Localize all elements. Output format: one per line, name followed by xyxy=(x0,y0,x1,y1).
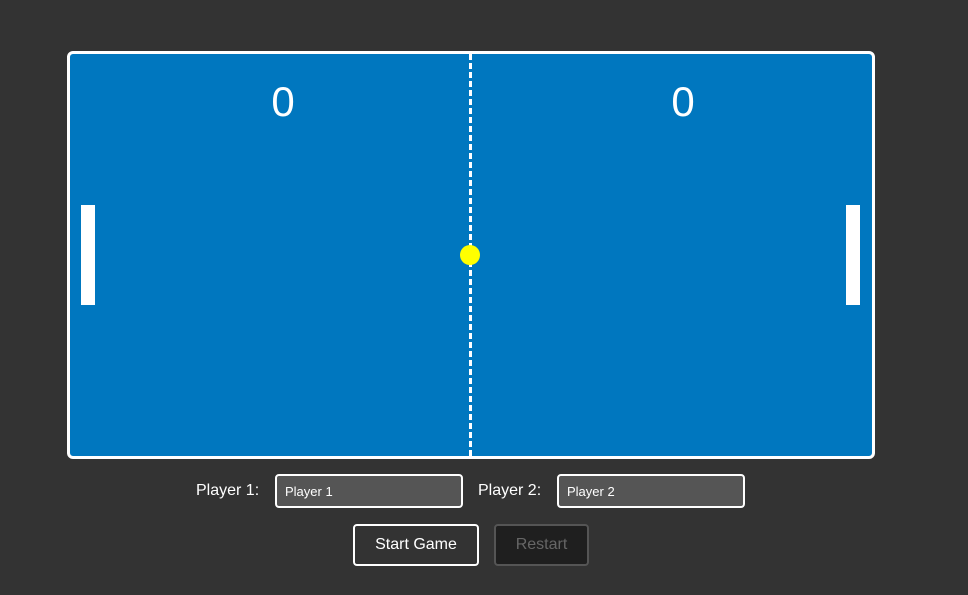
player2-name-input[interactable] xyxy=(557,474,745,508)
start-game-button[interactable]: Start Game xyxy=(353,524,479,566)
player1-score: 0 xyxy=(271,78,295,125)
player2-label: Player 2: xyxy=(478,482,542,499)
ball xyxy=(460,245,480,265)
game-screen: 0 0 Player 1: Player 2: Start Game Resta… xyxy=(0,0,968,595)
right-paddle xyxy=(846,205,860,305)
player2-score: 0 xyxy=(671,78,695,125)
restart-button[interactable]: Restart xyxy=(494,524,589,566)
player1-label: Player 1: xyxy=(196,482,260,499)
player1-name-input[interactable] xyxy=(275,474,463,508)
player-name-controls: Player 1: Player 2: xyxy=(0,474,968,510)
left-paddle xyxy=(81,205,95,305)
game-board: 0 0 xyxy=(67,51,875,459)
